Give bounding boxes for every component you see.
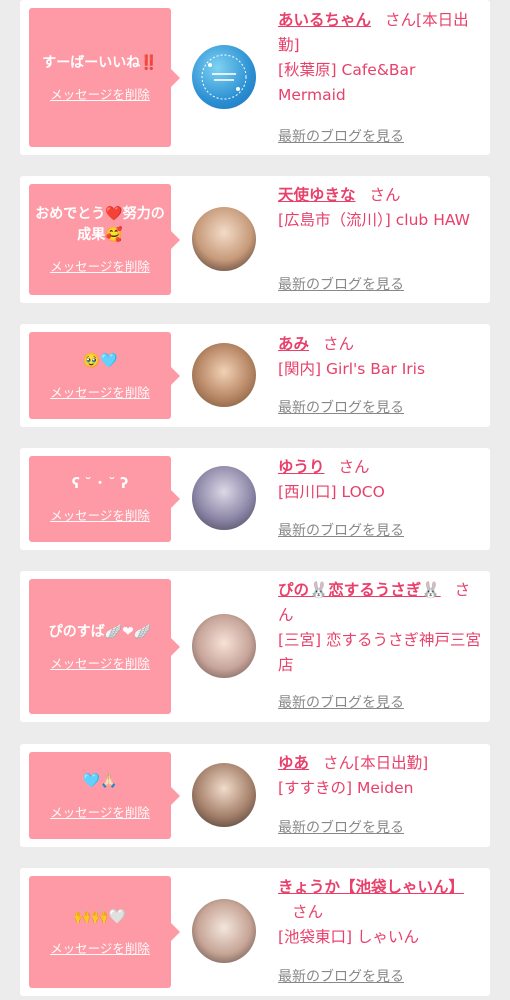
delete-message-link[interactable]: メッセージを削除 xyxy=(50,802,150,821)
delete-message-link[interactable]: メッセージを削除 xyxy=(50,653,150,672)
avatar[interactable] xyxy=(192,343,256,407)
delete-message-link[interactable]: メッセージを削除 xyxy=(50,256,150,275)
sender-name-link[interactable]: 天使ゆきな xyxy=(278,186,356,204)
message-card: 🙌🙌🤍 メッセージを削除 きょうか【池袋しゃいん】さん [池袋東口] しゃいん … xyxy=(20,868,490,996)
sender-info: あみ さん [関内] Girl's Bar Iris xyxy=(278,332,482,382)
latest-blog-link[interactable]: 最新のブログを見る xyxy=(278,397,404,417)
message-card: ʕ ˘ ･ ˘ ʔ メッセージを削除 ゆうり さん [西川口] LOCO 最新のブ… xyxy=(20,448,490,550)
shop-name: [池袋東口] しゃいん xyxy=(278,928,420,946)
sender-name-link[interactable]: ゆあ xyxy=(278,754,309,772)
sender-name-link[interactable]: あみ xyxy=(278,335,309,353)
shop-name: [西川口] LOCO xyxy=(278,483,385,501)
message-text: おめでとう❤️努力の成果🥰 xyxy=(35,206,165,243)
message-bubble: 🙌🙌🤍 メッセージを削除 xyxy=(29,876,180,988)
sender-suffix: さん xyxy=(292,903,324,921)
sender-info: あいるちゃん さん[本日出勤] [秋葉原] Cafe&Bar Mermaid xyxy=(278,8,482,108)
message-bubble: ʕ ˘ ･ ˘ ʔ メッセージを削除 xyxy=(29,456,180,542)
message-card: ぴのすば🪽❤︎🪽 メッセージを削除 ぴの🐰恋するうさぎ🐰 さん [三宮] 恋するう… xyxy=(20,571,490,722)
avatar[interactable] xyxy=(192,45,256,109)
delete-message-link[interactable]: メッセージを削除 xyxy=(50,382,150,401)
shop-name: [関内] Girl's Bar Iris xyxy=(278,360,426,378)
message-text: 🩵🙏🏻 xyxy=(82,772,118,789)
avatar[interactable] xyxy=(192,899,256,963)
message-card: 🩵🙏🏻 メッセージを削除 ゆあ さん[本日出勤] [すすきの] Meiden 最新… xyxy=(20,744,490,847)
delete-message-link[interactable]: メッセージを削除 xyxy=(50,938,150,957)
sender-suffix: さん xyxy=(369,186,401,204)
sender-name-link[interactable]: ゆうり xyxy=(278,458,325,476)
avatar[interactable] xyxy=(192,763,256,827)
message-bubble: すーばーいいね‼️ メッセージを削除 xyxy=(29,8,180,147)
shop-name: [秋葉原] Cafe&Bar Mermaid xyxy=(278,61,416,104)
message-card: おめでとう❤️努力の成果🥰 メッセージを削除 天使ゆきな さん [広島市（流川）]… xyxy=(20,176,490,303)
sender-info: ゆうり さん [西川口] LOCO xyxy=(278,455,482,505)
shop-name: [三宮] 恋するうさぎ神戸三宮店 xyxy=(278,631,482,674)
message-bubble: おめでとう❤️努力の成果🥰 メッセージを削除 xyxy=(29,184,180,295)
message-text: 🙌🙌🤍 xyxy=(73,909,127,925)
shop-name: [広島市（流川）] club HAW xyxy=(278,211,470,229)
message-text: すーばーいいね‼️ xyxy=(42,54,158,71)
sender-name-link[interactable]: あいるちゃん xyxy=(278,11,371,29)
latest-blog-link[interactable]: 最新のブログを見る xyxy=(278,966,404,986)
sender-suffix: さん xyxy=(338,458,370,476)
sender-info: ぴの🐰恋するうさぎ🐰 さん [三宮] 恋するうさぎ神戸三宮店 xyxy=(278,578,482,678)
sender-suffix: さん[本日出勤] xyxy=(323,754,429,772)
message-text: ʕ ˘ ･ ˘ ʔ xyxy=(71,476,129,492)
shop-name: [すすきの] Meiden xyxy=(278,779,414,797)
message-list: すーばーいいね‼️ メッセージを削除 あいるちゃん さん[本日出勤] [秋葉原] … xyxy=(0,0,510,1000)
latest-blog-link[interactable]: 最新のブログを見る xyxy=(278,520,404,540)
latest-blog-link[interactable]: 最新のブログを見る xyxy=(278,692,404,712)
delete-message-link[interactable]: メッセージを削除 xyxy=(50,84,150,103)
photo-preparing-icon xyxy=(201,54,247,100)
message-text: 🥹🩵 xyxy=(82,352,118,369)
latest-blog-link[interactable]: 最新のブログを見る xyxy=(278,817,404,837)
avatar[interactable] xyxy=(192,466,256,530)
message-card: 🥹🩵 メッセージを削除 あみ さん [関内] Girl's Bar Iris 最新… xyxy=(20,324,490,427)
sender-name-link[interactable]: きょうか【池袋しゃいん】 xyxy=(278,878,464,896)
sender-info: 天使ゆきな さん [広島市（流川）] club HAW xyxy=(278,183,482,233)
sender-info: ゆあ さん[本日出勤] [すすきの] Meiden xyxy=(278,751,482,801)
delete-message-link[interactable]: メッセージを削除 xyxy=(50,505,150,524)
latest-blog-link[interactable]: 最新のブログを見る xyxy=(278,126,404,146)
sender-name-link[interactable]: ぴの🐰恋するうさぎ🐰 xyxy=(278,581,441,599)
sender-info: きょうか【池袋しゃいん】さん [池袋東口] しゃいん xyxy=(278,875,482,950)
avatar[interactable] xyxy=(192,207,256,271)
latest-blog-link[interactable]: 最新のブログを見る xyxy=(278,274,404,294)
message-bubble: 🥹🩵 メッセージを削除 xyxy=(29,332,180,419)
sender-suffix: さん xyxy=(323,335,355,353)
message-text: ぴのすば🪽❤︎🪽 xyxy=(48,623,152,640)
message-card: すーばーいいね‼️ メッセージを削除 あいるちゃん さん[本日出勤] [秋葉原] … xyxy=(20,0,490,155)
message-bubble: 🩵🙏🏻 メッセージを削除 xyxy=(29,752,180,839)
avatar[interactable] xyxy=(192,614,256,678)
message-bubble: ぴのすば🪽❤︎🪽 メッセージを削除 xyxy=(29,579,180,714)
